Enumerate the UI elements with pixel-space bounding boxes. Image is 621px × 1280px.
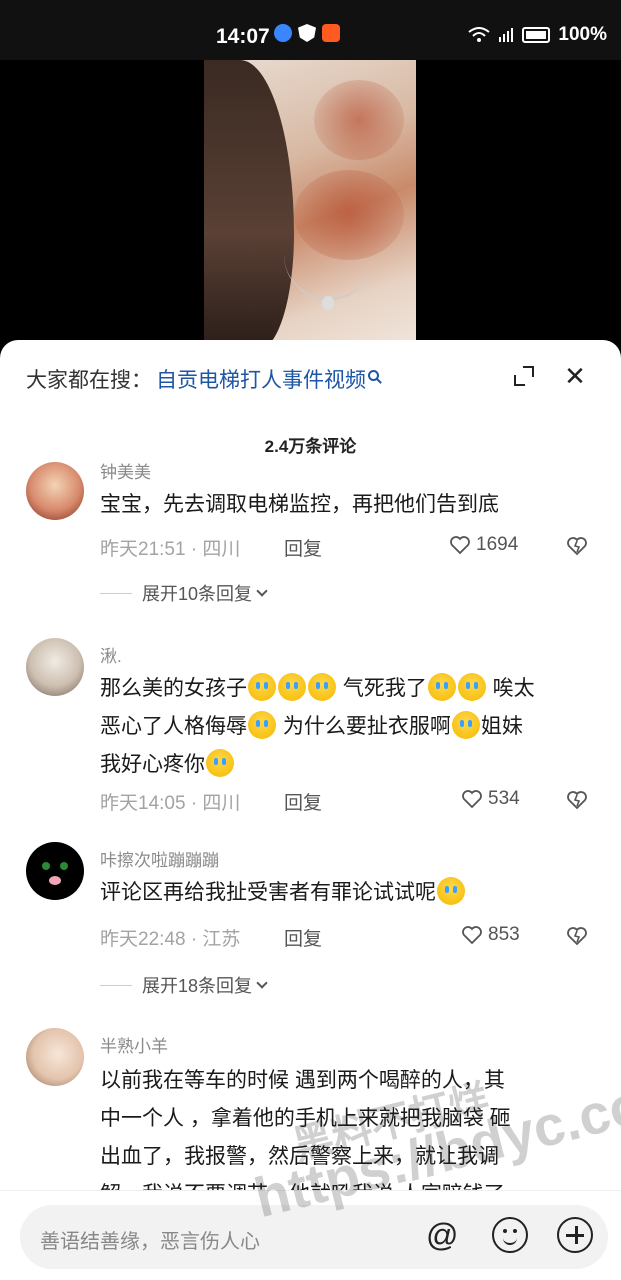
crying-emoji-icon xyxy=(248,673,276,701)
avatar-eye xyxy=(42,862,50,870)
video-necklace xyxy=(284,210,374,300)
comments-count: 2.4万条评论 xyxy=(264,437,357,456)
browser-icon xyxy=(274,24,292,42)
divider xyxy=(100,592,132,594)
avatar[interactable] xyxy=(26,462,84,520)
comment-username[interactable]: 咔擦次啦蹦蹦蹦 xyxy=(100,846,219,871)
expand-replies-button[interactable]: 展开18条回复 xyxy=(100,972,268,998)
comment-meta: 昨天22:48 · 江苏 xyxy=(100,929,241,950)
crying-emoji-icon xyxy=(206,749,234,777)
status-time: 14:07 xyxy=(216,25,270,48)
avatar-nose xyxy=(49,876,61,885)
comment-input-placeholder: 善语结善缘，恶言伤人心 xyxy=(40,1231,260,1253)
heart-icon xyxy=(462,790,482,808)
dislike-icon[interactable] xyxy=(566,926,588,946)
pleading-emoji-icon xyxy=(437,877,465,905)
comment-meta: 昨天14:05 · 四川 xyxy=(100,793,241,814)
comment-username[interactable]: 湫. xyxy=(100,642,122,667)
comment-input-bar: 善语结善缘，恶言伤人心 @ xyxy=(0,1190,621,1280)
comment-text: 宝宝，先去调取电梯监控，再把他们告到底 xyxy=(100,493,499,516)
avatar[interactable] xyxy=(26,1028,84,1086)
wifi-icon xyxy=(468,27,491,42)
status-right: 100% xyxy=(468,24,607,46)
comment-meta: 昨天21:51 · 四川 xyxy=(100,539,241,560)
crying-emoji-icon xyxy=(248,711,276,739)
heart-icon xyxy=(450,536,470,554)
comment-username[interactable]: 半熟小羊 xyxy=(100,1032,168,1057)
avatar[interactable] xyxy=(26,638,84,696)
chevron-down-icon xyxy=(256,977,268,989)
video-pendant xyxy=(322,296,334,310)
trending-search-link[interactable]: 自贡电梯打人事件视频 xyxy=(156,369,366,392)
shield-icon xyxy=(298,24,316,42)
dislike-icon[interactable] xyxy=(566,536,588,556)
video-bruise xyxy=(314,80,404,160)
status-notification-icons xyxy=(274,24,340,42)
crying-emoji-icon xyxy=(427,673,456,701)
avatar[interactable] xyxy=(26,842,84,900)
avatar-eye xyxy=(60,862,68,870)
expand-replies-label: 展开10条回复 xyxy=(142,584,253,604)
emoji-icon[interactable] xyxy=(492,1217,528,1253)
expand-replies-label: 展开18条回复 xyxy=(142,976,253,996)
app-notification-icon xyxy=(322,24,340,42)
comment-username[interactable]: 钟美美 xyxy=(100,458,151,483)
crying-emoji-icon xyxy=(278,673,306,701)
reply-button[interactable]: 回复 xyxy=(284,534,322,561)
battery-icon xyxy=(522,27,551,43)
video-player[interactable] xyxy=(0,60,621,350)
add-icon[interactable] xyxy=(557,1217,593,1253)
search-icon xyxy=(368,370,379,381)
status-bar: 14:07 100% xyxy=(0,0,621,60)
comment-text: 评论区再给我扯受害者有罪论试试呢 xyxy=(100,874,592,912)
mention-icon[interactable]: @ xyxy=(426,1217,458,1254)
trending-search-label: 大家都在搜： xyxy=(26,369,152,392)
battery-percent: 100% xyxy=(558,24,607,45)
trending-search[interactable]: 大家都在搜： 自贡电梯打人事件视频 xyxy=(26,364,379,394)
like-button[interactable]: 853 xyxy=(462,924,520,946)
comment-text: 那么美的女孩子 气死我了 唉太 恶心了人格侮辱 为什么要扯衣服啊 姐妹 我好心疼你 xyxy=(100,670,592,784)
like-button[interactable]: 534 xyxy=(462,788,520,810)
like-count: 534 xyxy=(488,788,520,809)
comments-sheet: 大家都在搜： 自贡电梯打人事件视频 ✕ 2.4万条评论 钟美美 宝宝，先去调取电梯… xyxy=(0,340,621,1280)
like-button[interactable]: 1694 xyxy=(450,534,518,556)
crying-emoji-icon xyxy=(451,711,480,739)
chevron-down-icon xyxy=(256,585,268,597)
like-count: 1694 xyxy=(476,534,519,555)
video-frame xyxy=(204,60,416,350)
divider xyxy=(100,984,132,986)
dislike-icon[interactable] xyxy=(566,790,588,810)
close-icon[interactable]: ✕ xyxy=(563,363,587,389)
signal-icon xyxy=(499,28,514,42)
reply-button[interactable]: 回复 xyxy=(284,788,322,815)
reply-button[interactable]: 回复 xyxy=(284,924,322,951)
video-hair xyxy=(204,60,294,350)
expand-replies-button[interactable]: 展开10条回复 xyxy=(100,580,268,606)
like-count: 853 xyxy=(488,924,520,945)
fullscreen-icon[interactable] xyxy=(514,366,534,386)
crying-emoji-icon xyxy=(308,673,336,701)
heart-icon xyxy=(462,926,482,944)
crying-emoji-icon xyxy=(457,673,486,701)
